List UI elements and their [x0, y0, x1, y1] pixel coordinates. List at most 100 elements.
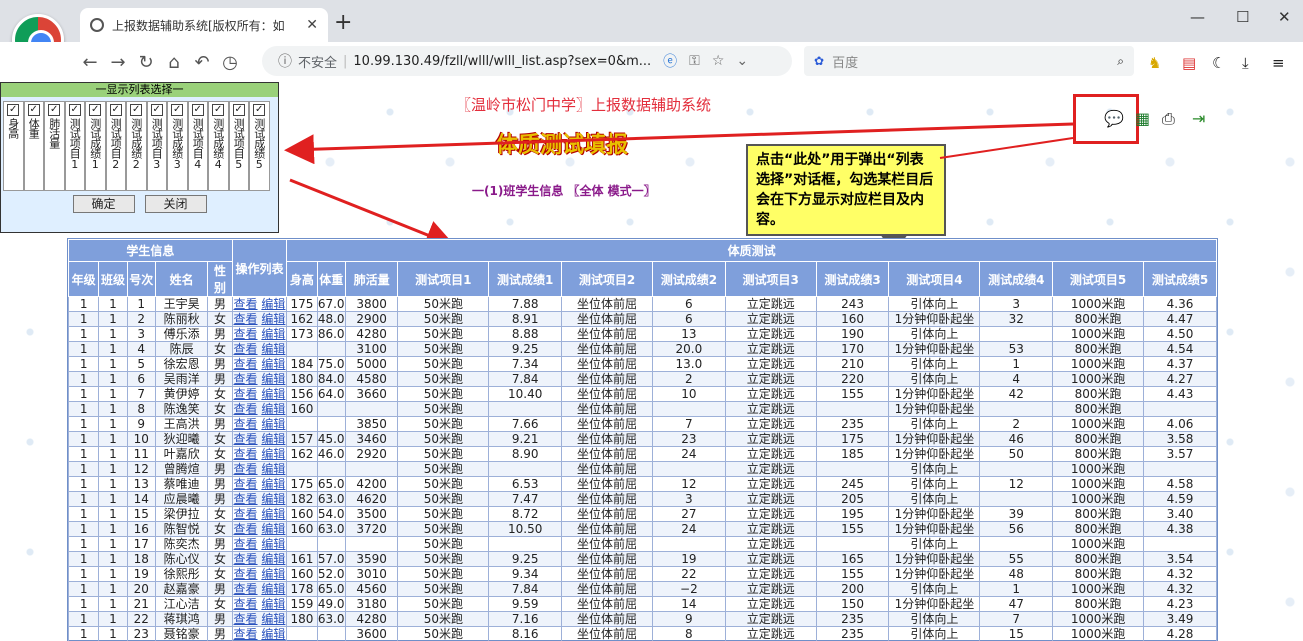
undo-icon[interactable]: ↶ [188, 52, 216, 73]
view-link[interactable]: 查看 [234, 508, 258, 521]
checkbox[interactable]: ✓ [7, 104, 20, 116]
edit-link[interactable]: 编辑 [261, 508, 285, 521]
column-header[interactable]: 测试成绩3 [815, 261, 890, 297]
back-icon[interactable]: ← [76, 52, 104, 73]
view-link[interactable]: 查看 [234, 568, 258, 581]
edit-link[interactable]: 编辑 [261, 328, 285, 341]
chevron-down-icon[interactable]: ⌄ [736, 53, 748, 69]
checkbox[interactable]: ✓ [212, 104, 225, 116]
column-option[interactable]: ✓ 测试项目4 [187, 101, 208, 191]
key-icon[interactable]: ⚿ [689, 53, 700, 69]
pdf-icon[interactable]: ▤ [1182, 54, 1196, 72]
view-link[interactable]: 查看 [234, 433, 258, 446]
checkbox[interactable]: ✓ [130, 104, 143, 116]
column-option[interactable]: ✓ 测试项目1 [64, 101, 85, 191]
view-link[interactable]: 查看 [234, 613, 258, 626]
edit-link[interactable]: 编辑 [261, 553, 285, 566]
edit-link[interactable]: 编辑 [261, 358, 285, 371]
edit-link[interactable]: 编辑 [261, 463, 285, 476]
view-link[interactable]: 查看 [234, 298, 258, 311]
home-icon[interactable]: ⌂ [160, 52, 188, 73]
column-option[interactable]: ✓ 测试成绩4 [208, 101, 229, 191]
edit-link[interactable]: 编辑 [261, 388, 285, 401]
edit-link[interactable]: 编辑 [261, 613, 285, 626]
edit-link[interactable]: 编辑 [261, 493, 285, 506]
close-button[interactable]: 关闭 [144, 195, 207, 213]
view-link[interactable]: 查看 [234, 478, 258, 491]
dark-mode-icon[interactable]: ☾ [1212, 54, 1225, 72]
column-header[interactable]: 姓名 [154, 261, 209, 297]
history-icon[interactable]: ◷ [216, 52, 244, 73]
view-link[interactable]: 查看 [234, 313, 258, 326]
column-option[interactable]: ✓ 测试成绩1 [85, 101, 106, 191]
edit-link[interactable]: 编辑 [261, 568, 285, 581]
view-link[interactable]: 查看 [234, 343, 258, 356]
edit-link[interactable]: 编辑 [261, 343, 285, 356]
column-header[interactable]: 年级 [67, 261, 100, 297]
excel-icon[interactable]: ▦ [1135, 109, 1150, 128]
view-link[interactable]: 查看 [234, 328, 258, 341]
column-header[interactable]: 测试项目1 [397, 261, 490, 297]
column-option[interactable]: ✓ 测试成绩5 [249, 101, 270, 191]
address-bar[interactable]: ⓘ 不安全 | 10.99.130.49/fzll/wlll/wlll_list… [262, 46, 792, 76]
column-header[interactable]: 测试成绩5 [1143, 261, 1217, 297]
edit-link[interactable]: 编辑 [261, 628, 285, 641]
ok-button[interactable]: 确定 [72, 195, 135, 213]
class-subtitle[interactable]: 一(1)班学生信息 〖全体 模式一〗 [472, 182, 656, 199]
view-link[interactable]: 查看 [234, 358, 258, 371]
column-option[interactable]: ✓ 肺活量 [44, 101, 65, 191]
info-icon[interactable]: ⓘ [278, 51, 292, 71]
column-option[interactable]: ✓ 测试项目2 [105, 101, 126, 191]
edit-link[interactable]: 编辑 [261, 373, 285, 386]
column-header[interactable]: 肺活量 [344, 261, 399, 297]
column-header[interactable]: 测试成绩2 [652, 261, 726, 297]
edit-link[interactable]: 编辑 [261, 418, 285, 431]
forward-icon[interactable]: → [104, 52, 132, 73]
view-link[interactable]: 查看 [234, 403, 258, 416]
edit-link[interactable]: 编辑 [261, 523, 285, 536]
view-link[interactable]: 查看 [234, 553, 258, 566]
column-header[interactable]: 性别 [207, 261, 233, 297]
column-header[interactable]: 测试项目2 [561, 261, 653, 297]
checkbox[interactable]: ✓ [232, 104, 245, 116]
view-link[interactable]: 查看 [234, 448, 258, 461]
browser-tab[interactable]: 上报数据辅助系统[版权所有：如 ✕ [80, 8, 328, 42]
view-link[interactable]: 查看 [234, 463, 258, 476]
column-header[interactable]: 测试项目3 [724, 261, 817, 297]
menu-icon[interactable]: ≡ [1272, 54, 1285, 72]
reload-icon[interactable]: ↻ [132, 52, 160, 73]
checkbox[interactable]: ✓ [89, 104, 102, 116]
column-header[interactable]: 身高 [286, 261, 318, 297]
edit-link[interactable]: 编辑 [261, 448, 285, 461]
edit-link[interactable]: 编辑 [261, 313, 285, 326]
edit-link[interactable]: 编辑 [261, 538, 285, 551]
maximize-icon[interactable]: ☐ [1236, 8, 1249, 26]
edit-link[interactable]: 编辑 [261, 433, 285, 446]
print-icon[interactable]: ⎙ [1162, 109, 1175, 129]
checkbox[interactable]: ✓ [48, 104, 61, 116]
close-tab-icon[interactable]: ✕ [306, 17, 318, 33]
extension-icon[interactable]: ♞ [1148, 54, 1161, 72]
close-window-icon[interactable]: ✕ [1278, 8, 1291, 26]
column-select-icon[interactable]: 💬 [1104, 109, 1124, 128]
edit-link[interactable]: 编辑 [261, 403, 285, 416]
edit-link[interactable]: 编辑 [261, 598, 285, 611]
checkbox[interactable]: ✓ [191, 104, 204, 116]
minimize-icon[interactable]: — [1190, 8, 1205, 26]
exit-icon[interactable]: ⇥ [1192, 109, 1205, 128]
column-option[interactable]: ✓ 测试成绩3 [167, 101, 188, 191]
view-link[interactable]: 查看 [234, 523, 258, 536]
checkbox[interactable]: ✓ [68, 104, 81, 116]
column-header[interactable]: 测试成绩1 [488, 261, 563, 297]
column-header[interactable]: 号次 [126, 261, 156, 297]
view-link[interactable]: 查看 [234, 538, 258, 551]
edit-link[interactable]: 编辑 [261, 583, 285, 596]
column-header[interactable]: 体重 [316, 261, 346, 297]
view-link[interactable]: 查看 [234, 493, 258, 506]
search-icon[interactable]: ⌕ [1117, 54, 1124, 69]
view-link[interactable]: 查看 [234, 628, 258, 641]
checkbox[interactable]: ✓ [253, 104, 266, 116]
view-link[interactable]: 查看 [234, 583, 258, 596]
checkbox[interactable]: ✓ [27, 104, 40, 116]
edit-link[interactable]: 编辑 [261, 298, 285, 311]
